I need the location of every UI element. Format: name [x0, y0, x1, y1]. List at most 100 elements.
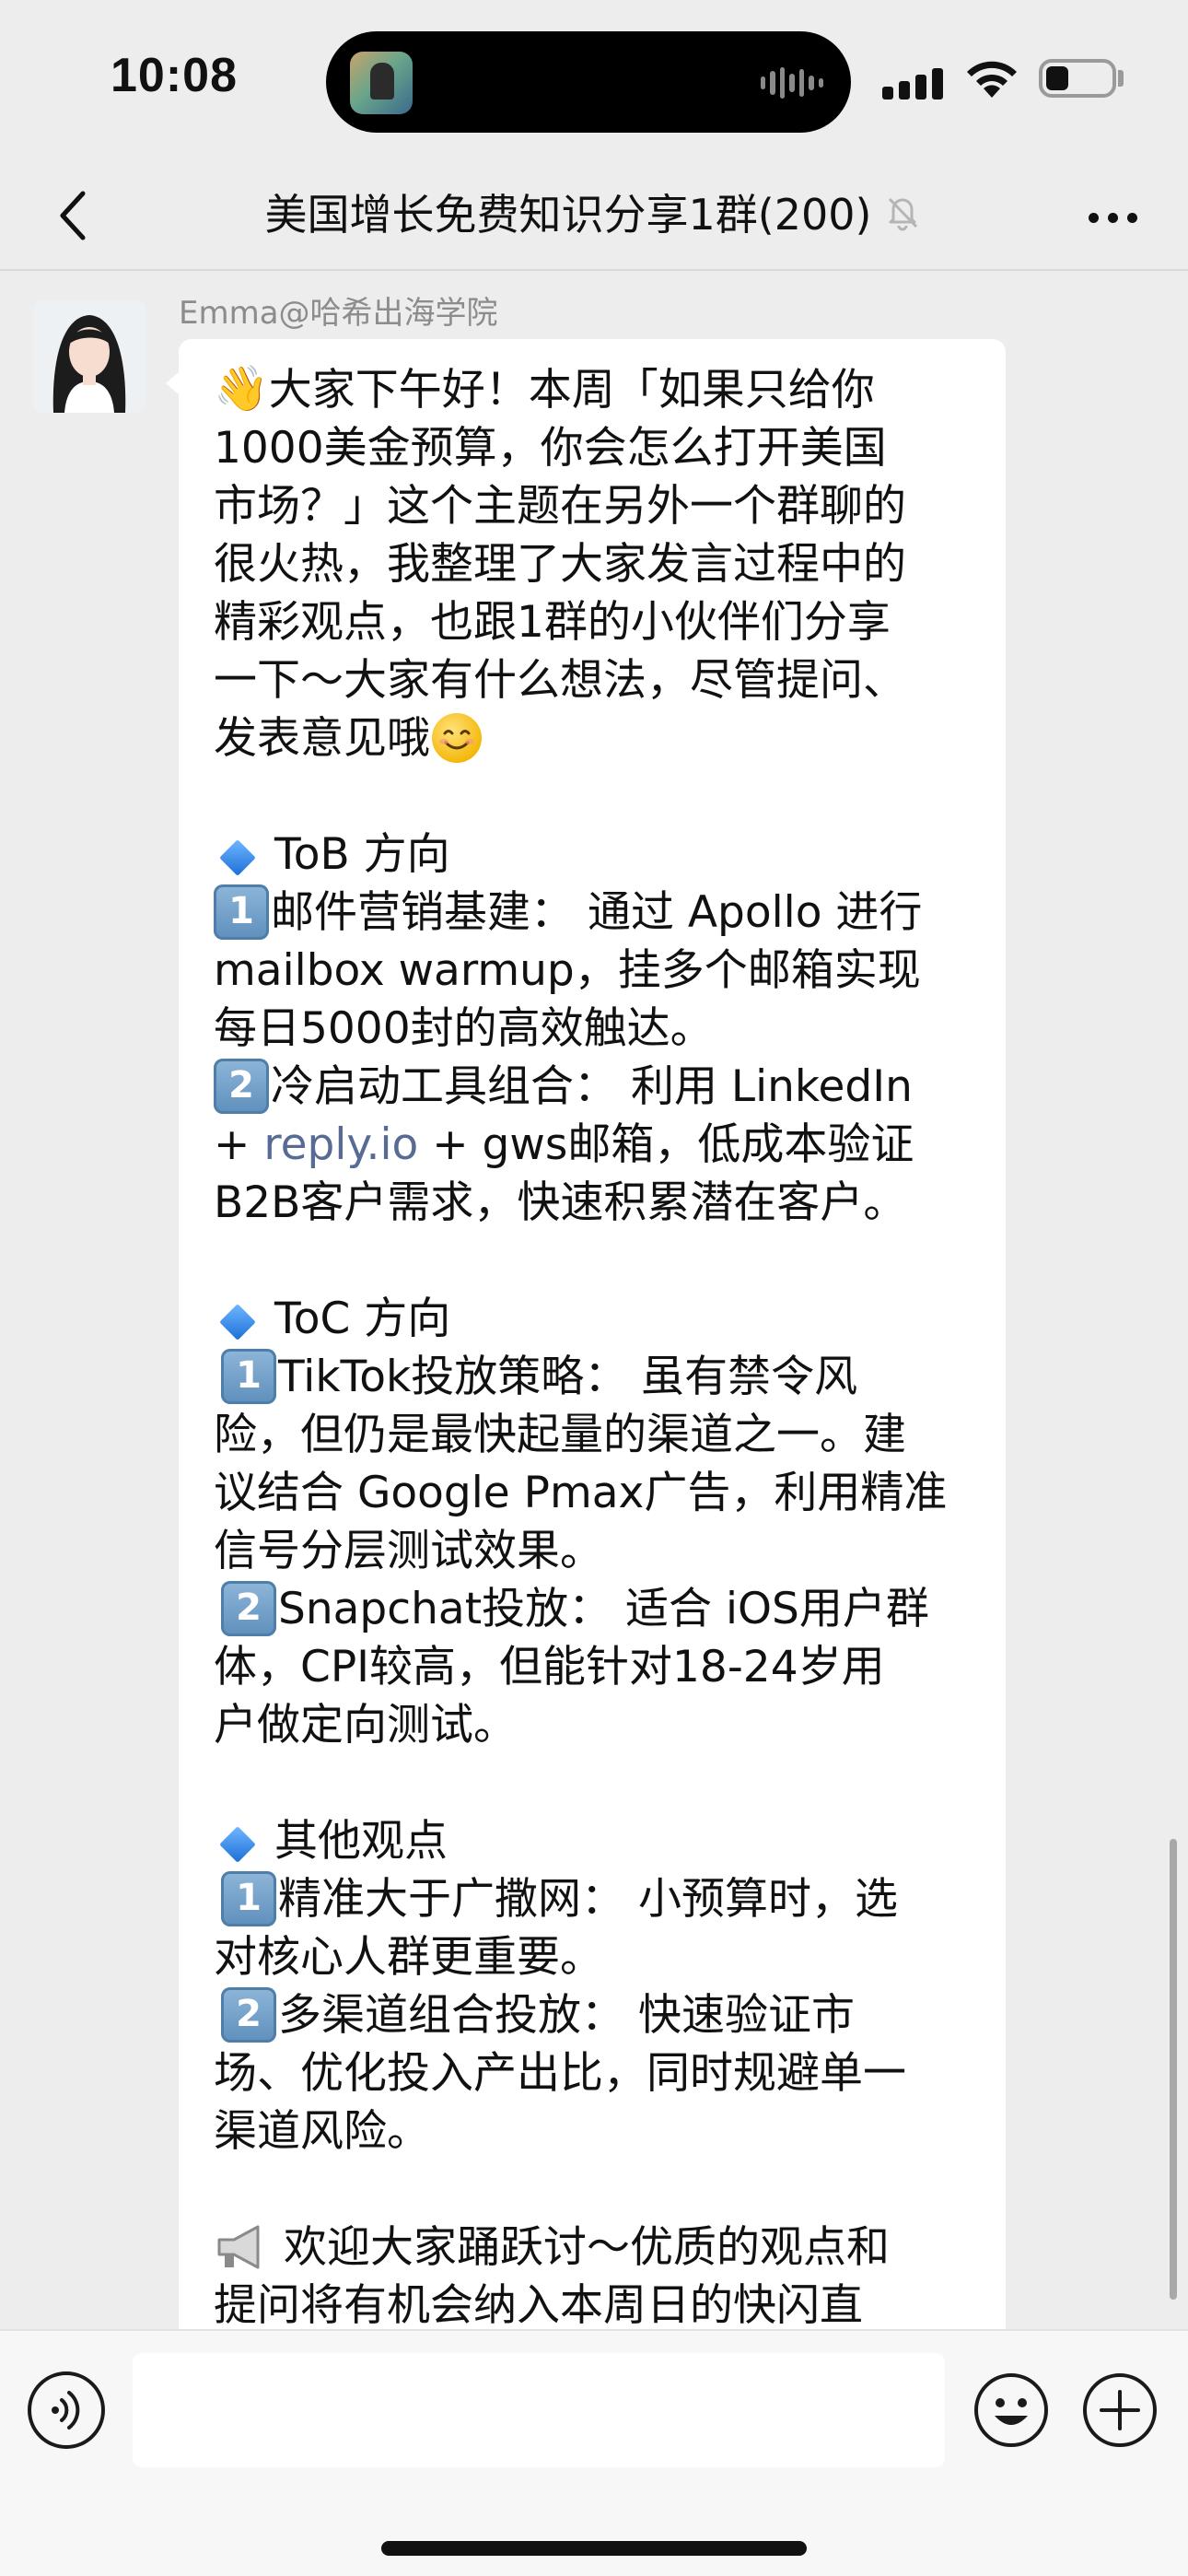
message-text: B2B客户需求，快速积累潜在客户。 — [214, 1177, 907, 1228]
more-dots-icon — [1107, 212, 1118, 223]
message-text: 险，但仍是最快起量的渠道之一。建 — [214, 1410, 906, 1460]
message-text: 冷启动工具组合： 利用 LinkedIn — [271, 1061, 913, 1112]
battery-icon — [1039, 59, 1116, 98]
sender-name: Emma@哈希出海学院 — [179, 295, 498, 332]
message-section-heading: ToC 方向 — [214, 1290, 969, 1348]
message-line: 👋大家下午好！本周「如果只给你 — [214, 361, 969, 419]
megaphone-icon — [217, 2225, 260, 2268]
nav-bar: 美国增长免费知识分享1群(200) — [0, 157, 1188, 271]
back-button[interactable] — [37, 179, 111, 252]
keycap-number-icon: 2 — [214, 1058, 269, 1114]
emoji-button[interactable] — [973, 2371, 1050, 2449]
battery-level — [1046, 66, 1068, 90]
message-text: 户做定向测试。 — [214, 1700, 517, 1751]
input-bar — [0, 2329, 1188, 2576]
blue-diamond-icon — [219, 838, 256, 876]
scroll-indicator[interactable] — [1170, 1839, 1177, 2300]
message-line: 议结合 Google Pmax广告，利用精准 — [214, 1464, 969, 1522]
keycap-number-icon: 1 — [214, 884, 269, 940]
keycap-number-icon: 1 — [221, 1870, 276, 1926]
message-text: 发表意见哦 — [214, 713, 430, 764]
message-line: 渠道风险。 — [214, 2102, 969, 2160]
message-line: B2B客户需求，快速积累潜在客户。 — [214, 1174, 969, 1232]
message-line: 市场？」这个主题在另外一个群聊的 — [214, 477, 969, 535]
status-time: 10:08 — [111, 49, 238, 102]
cellular-signal-icon — [882, 66, 943, 100]
message-text: 1000美金预算，你会怎么打开美国 — [214, 423, 887, 474]
blue-diamond-icon — [219, 1825, 256, 1863]
plus-icon — [1083, 2373, 1157, 2447]
message-list-item: 2 多渠道组合投放： 快速验证市 — [214, 1986, 969, 2044]
message-text: 市场？」这个主题在另外一个群聊的 — [214, 481, 906, 532]
avatar[interactable] — [33, 300, 146, 413]
message-text: 提问将有机会纳入本周日的快闪直 — [214, 2280, 863, 2329]
more-dots-icon — [1126, 212, 1137, 223]
message-line: 每日5000封的高效触达。 — [214, 1000, 969, 1058]
chat-area[interactable]: Emma@哈希出海学院 👋大家下午好！本周「如果只给你 1000美金预算，你会怎么… — [0, 273, 1188, 2329]
message-text: 精彩观点，也跟1群的小伙伴们分享 — [214, 597, 891, 648]
message-text: 大家下午好！本周「如果只给你 — [268, 365, 875, 416]
message-line: 对核心人群更重要。 — [214, 1928, 969, 1986]
message-line: 欢迎大家踊跃讨～优质的观点和 — [214, 2219, 969, 2277]
message-list-item: 2 冷启动工具组合： 利用 LinkedIn — [214, 1058, 969, 1116]
emoji-icon — [974, 2373, 1048, 2447]
reply-io-link[interactable]: reply.io — [263, 1119, 418, 1170]
battery-cap — [1118, 70, 1124, 87]
voice-icon — [52, 2391, 80, 2430]
message-line: 体，CPI较高，但能针对18-24岁用 — [214, 1638, 969, 1696]
now-playing-artwork — [350, 52, 413, 114]
message-text: + gws邮箱，低成本验证 — [418, 1119, 914, 1170]
message-text: 多渠道组合投放： 快速验证市 — [278, 1990, 855, 2041]
message-line: 发表意见哦 — [214, 709, 969, 767]
voice-button[interactable] — [28, 2371, 105, 2449]
waving-hand-icon: 👋 — [214, 363, 269, 415]
audio-waveform-icon — [761, 66, 823, 100]
dynamic-island[interactable] — [326, 31, 851, 133]
message-text: 议结合 Google Pmax广告，利用精准 — [214, 1468, 948, 1518]
back-chevron-icon — [60, 191, 86, 240]
message-line: 提问将有机会纳入本周日的快闪直 — [214, 2277, 969, 2329]
message-line: 很火热，我整理了大家发言过程中的 — [214, 535, 969, 593]
more-button[interactable] — [1074, 181, 1151, 254]
message-section-heading: 其他观点 — [214, 1812, 969, 1870]
message-text: ToC 方向 — [274, 1294, 451, 1344]
message-text: 其他观点 — [274, 1816, 448, 1867]
message-list-item: 1 邮件营销基建： 通过 Apollo 进行 — [214, 884, 969, 942]
chat-title: 美国增长免费知识分享1群(200) — [184, 182, 1004, 241]
message-list-item: 1 TikTok投放策略： 虽有禁令风 — [214, 1348, 969, 1406]
message-text: 体，CPI较高，但能针对18-24岁用 — [214, 1642, 885, 1692]
message-text: 渠道风险。 — [214, 2106, 430, 2157]
message-text: 精准大于广撒网： 小预算时，选 — [278, 1874, 898, 1925]
message-line: 户做定向测试。 — [214, 1696, 969, 1754]
message-text: Snapchat投放： 适合 iOS用户群 — [278, 1584, 929, 1634]
home-indicator[interactable] — [381, 2541, 807, 2556]
keycap-number-icon: 1 — [221, 1348, 276, 1404]
message-line: 一下～大家有什么想法，尽管提问、 — [214, 651, 969, 709]
message-text: mailbox warmup，挂多个邮箱实现 — [214, 945, 921, 996]
keycap-number-icon: 2 — [221, 1986, 276, 2043]
message-text: 很火热，我整理了大家发言过程中的 — [214, 539, 906, 590]
message-line: 场、优化投入产出比，同时规避单一 — [214, 2044, 969, 2102]
message-input[interactable] — [133, 2353, 945, 2467]
chat-title-text: 美国增长免费知识分享1群(200) — [264, 190, 872, 240]
message-text: 场、优化投入产出比，同时规避单一 — [214, 2048, 906, 2099]
message-text: 每日5000封的高效触达。 — [214, 1003, 714, 1054]
message-text: ToB 方向 — [274, 829, 450, 880]
plus-button[interactable] — [1081, 2371, 1159, 2449]
message-text: 邮件营销基建： 通过 Apollo 进行 — [271, 887, 923, 938]
message-text: 对核心人群更重要。 — [214, 1932, 603, 1983]
message-text: 欢迎大家踊跃讨～优质的观点和 — [284, 2222, 890, 2273]
more-dots-icon — [1088, 212, 1099, 223]
message-line: 险，但仍是最快起量的渠道之一。建 — [214, 1406, 969, 1464]
wifi-icon — [967, 61, 1017, 98]
message-text: + — [214, 1119, 264, 1170]
message-line: 信号分层测试效果。 — [214, 1522, 969, 1580]
message-text: TikTok投放策略： 虽有禁令风 — [278, 1352, 858, 1402]
message-text: 信号分层测试效果。 — [214, 1526, 603, 1576]
message-bubble[interactable]: 👋大家下午好！本周「如果只给你 1000美金预算，你会怎么打开美国 市场？」这个主题… — [166, 339, 1006, 2329]
status-bar: 10:08 — [0, 0, 1188, 157]
